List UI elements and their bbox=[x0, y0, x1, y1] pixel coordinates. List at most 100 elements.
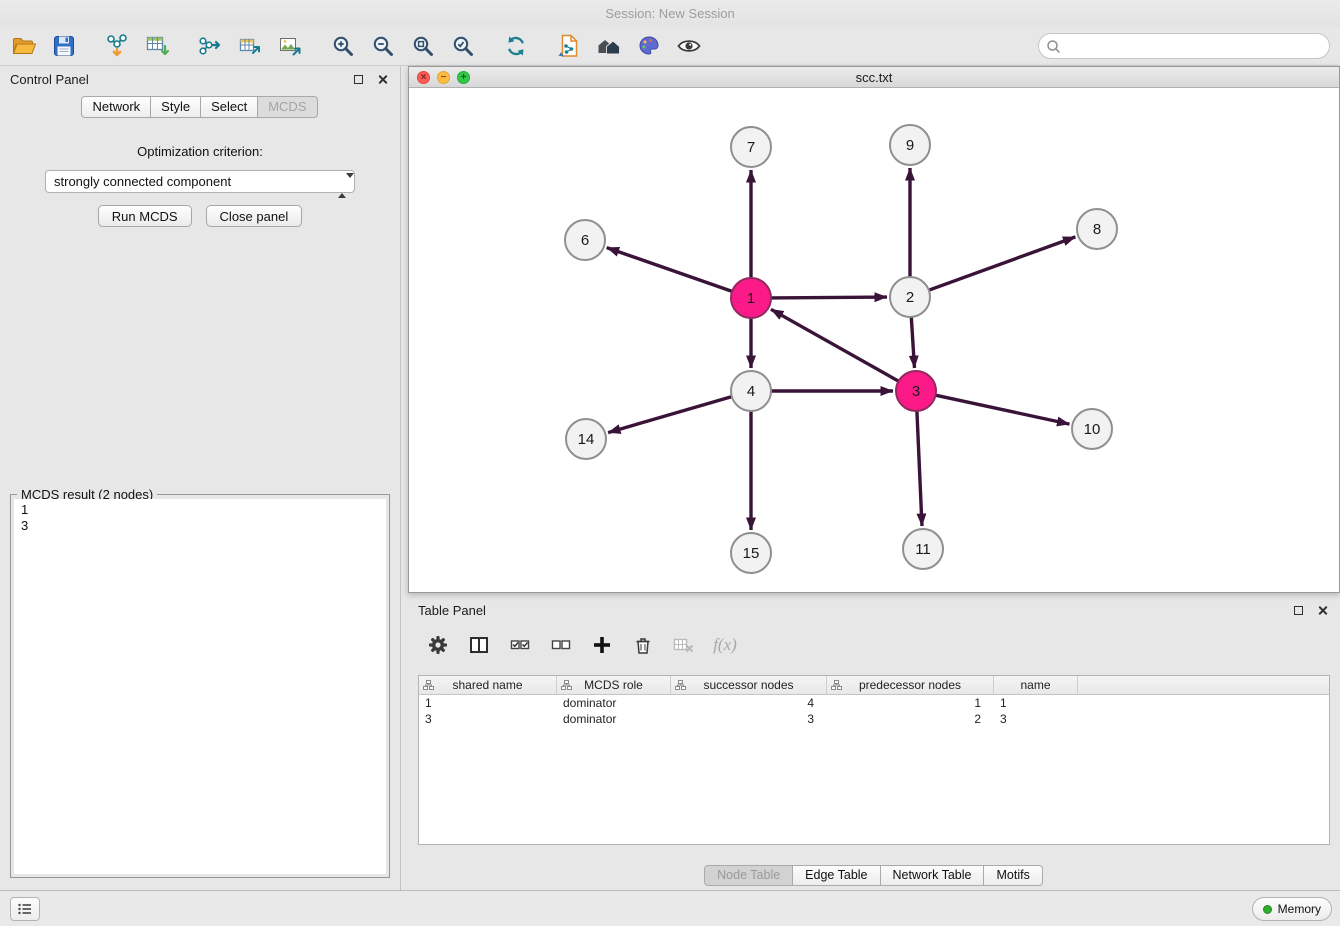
column-type-icon bbox=[675, 680, 686, 690]
import-network-icon bbox=[104, 33, 130, 59]
tab-network[interactable]: Network bbox=[81, 96, 151, 118]
open-session-button[interactable] bbox=[4, 29, 44, 63]
mcds-result-list[interactable]: 1 3 bbox=[14, 499, 386, 874]
mcds-result-box: MCDS result (2 nodes) 1 3 bbox=[10, 494, 390, 878]
edge-1-6[interactable] bbox=[607, 248, 732, 292]
memory-button[interactable]: Memory bbox=[1252, 897, 1332, 921]
node-label-1: 1 bbox=[747, 290, 755, 307]
column-header-filler bbox=[1078, 676, 1329, 694]
node-label-7: 7 bbox=[747, 139, 755, 156]
table-panel-title: Table Panel bbox=[418, 603, 1294, 618]
search-input[interactable] bbox=[1061, 36, 1329, 56]
refresh-layout-button[interactable] bbox=[496, 29, 536, 63]
tab-mcds[interactable]: MCDS bbox=[257, 96, 317, 118]
search-icon bbox=[1046, 39, 1061, 54]
edge-3-10[interactable] bbox=[936, 395, 1070, 424]
optimization-criterion-label: Optimization criterion: bbox=[0, 144, 400, 159]
export-table-button[interactable] bbox=[230, 29, 270, 63]
export-image-icon bbox=[277, 33, 303, 59]
fx-icon: f(x) bbox=[713, 635, 737, 655]
plus-icon bbox=[592, 635, 612, 655]
delete-columns-button[interactable] bbox=[631, 633, 655, 657]
export-table-icon bbox=[237, 33, 263, 59]
column-header-predecessor-nodes[interactable]: predecessor nodes bbox=[827, 676, 994, 694]
column-header-name[interactable]: name bbox=[994, 676, 1078, 694]
float-table-panel-icon[interactable] bbox=[1294, 606, 1303, 615]
close-window-button[interactable]: × bbox=[417, 71, 430, 84]
edge-2-8[interactable] bbox=[929, 237, 1076, 290]
home-icon bbox=[596, 33, 622, 59]
search-box[interactable] bbox=[1038, 33, 1330, 59]
mcds-buttons-row: Run MCDS Close panel bbox=[0, 205, 400, 227]
network-graph[interactable]: 7968124310141511 bbox=[409, 88, 1339, 592]
cell-shared-name[interactable]: 1 bbox=[419, 695, 557, 711]
column-label: name bbox=[1020, 678, 1050, 692]
cell-shared-name[interactable]: 3 bbox=[419, 711, 557, 727]
edge-4-14[interactable] bbox=[608, 397, 732, 433]
tab-node-table[interactable]: Node Table bbox=[704, 865, 793, 886]
edge-3-11[interactable] bbox=[917, 411, 922, 526]
app-titlebar[interactable]: Session: New Session bbox=[0, 0, 1340, 27]
home-button[interactable] bbox=[589, 29, 629, 63]
import-network-button[interactable] bbox=[97, 29, 137, 63]
zoom-window-button[interactable]: + bbox=[457, 71, 470, 84]
table-tabs: Node Table Edge Table Network Table Moti… bbox=[408, 865, 1340, 886]
import-table-button[interactable] bbox=[137, 29, 177, 63]
export-network-icon bbox=[197, 33, 223, 59]
select-all-button[interactable] bbox=[508, 633, 532, 657]
add-column-button[interactable] bbox=[590, 633, 614, 657]
column-header-successor-nodes[interactable]: successor nodes bbox=[671, 676, 827, 694]
column-header-mcds-role[interactable]: MCDS role bbox=[557, 676, 671, 694]
style-button[interactable] bbox=[629, 29, 669, 63]
tab-motifs[interactable]: Motifs bbox=[983, 865, 1042, 886]
tab-edge-table[interactable]: Edge Table bbox=[792, 865, 880, 886]
cell-mcds-role[interactable]: dominator bbox=[557, 695, 671, 711]
table-row[interactable]: 1 dominator 4 1 1 bbox=[419, 695, 1329, 711]
show-graphics-details-button[interactable] bbox=[669, 29, 709, 63]
table-options-button[interactable] bbox=[426, 633, 450, 657]
cell-successor-nodes[interactable]: 3 bbox=[671, 711, 827, 727]
tab-style[interactable]: Style bbox=[150, 96, 201, 118]
close-table-panel-icon[interactable] bbox=[1317, 605, 1328, 616]
criterion-select[interactable]: strongly connected component bbox=[45, 170, 355, 193]
zoom-fit-button[interactable] bbox=[403, 29, 443, 63]
node-label-4: 4 bbox=[747, 383, 755, 400]
zoom-selected-button[interactable] bbox=[443, 29, 483, 63]
export-image-button[interactable] bbox=[270, 29, 310, 63]
network-file-button[interactable] bbox=[549, 29, 589, 63]
delete-table-button[interactable] bbox=[672, 633, 696, 657]
column-header-shared-name[interactable]: shared name bbox=[419, 676, 557, 694]
edge-2-3[interactable] bbox=[911, 317, 914, 368]
cell-predecessor-nodes[interactable]: 2 bbox=[827, 711, 994, 727]
minimize-window-button[interactable]: − bbox=[437, 71, 450, 84]
save-session-button[interactable] bbox=[44, 29, 84, 63]
trash-icon bbox=[633, 635, 653, 655]
float-panel-icon[interactable] bbox=[354, 75, 363, 84]
table-row[interactable]: 3 dominator 3 2 3 bbox=[419, 711, 1329, 727]
zoom-out-button[interactable] bbox=[363, 29, 403, 63]
function-builder-button[interactable]: f(x) bbox=[713, 633, 737, 657]
edge-3-1[interactable] bbox=[771, 309, 899, 381]
select-all-icon bbox=[510, 635, 530, 655]
edge-1-2[interactable] bbox=[771, 297, 887, 298]
close-panel-button[interactable]: Close panel bbox=[206, 205, 303, 227]
tab-select[interactable]: Select bbox=[200, 96, 258, 118]
cell-mcds-role[interactable]: dominator bbox=[557, 711, 671, 727]
network-window[interactable]: × − + scc.txt 7968124310141511 bbox=[408, 66, 1340, 593]
export-network-button[interactable] bbox=[190, 29, 230, 63]
tab-network-table[interactable]: Network Table bbox=[880, 865, 985, 886]
memory-status-icon bbox=[1263, 905, 1272, 914]
zoom-in-button[interactable] bbox=[323, 29, 363, 63]
cell-predecessor-nodes[interactable]: 1 bbox=[827, 695, 994, 711]
cell-name[interactable]: 3 bbox=[994, 711, 1078, 727]
cell-successor-nodes[interactable]: 4 bbox=[671, 695, 827, 711]
deselect-all-button[interactable] bbox=[549, 633, 573, 657]
network-window-titlebar[interactable]: × − + scc.txt bbox=[409, 67, 1339, 88]
toggle-columns-button[interactable] bbox=[467, 633, 491, 657]
vertical-splitter-handle[interactable] bbox=[402, 530, 407, 558]
close-panel-icon[interactable] bbox=[377, 74, 388, 85]
network-canvas-area[interactable]: 7968124310141511 bbox=[409, 88, 1339, 592]
run-mcds-button[interactable]: Run MCDS bbox=[98, 205, 192, 227]
cell-name[interactable]: 1 bbox=[994, 695, 1078, 711]
panel-menu-button[interactable] bbox=[10, 897, 40, 921]
